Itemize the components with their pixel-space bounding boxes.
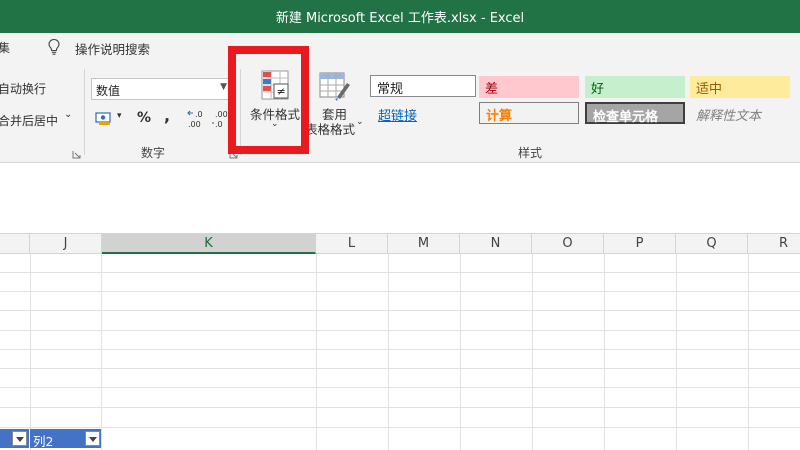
tell-me-search[interactable]: 操作说明搜索 (75, 39, 150, 58)
column-headers: J K L M N O P Q R (0, 233, 800, 254)
style-calculation[interactable]: 计算 (479, 102, 579, 124)
currency-icon[interactable] (95, 110, 115, 126)
svg-text:.00: .00 (215, 110, 228, 119)
highlight-box (228, 46, 309, 154)
column-header[interactable]: J (30, 234, 102, 254)
tab-partial[interactable]: 集 (0, 39, 10, 56)
style-hyperlink[interactable]: 超链接 (372, 103, 472, 125)
currency-caret-icon[interactable]: ▾ (117, 111, 122, 121)
separator (84, 69, 85, 155)
comma-button[interactable]: , (164, 106, 170, 125)
style-check-cell[interactable]: 检查单元格 (585, 102, 685, 125)
number-group-label: 数字 (141, 146, 166, 160)
table-header-cell[interactable] (0, 429, 29, 448)
column-header[interactable]: O (532, 234, 604, 254)
styles-group-label: 样式 (518, 146, 543, 160)
merge-center-button[interactable]: 合并后居中 (0, 112, 58, 129)
title-bar: 新建 Microsoft Excel 工作表.xlsx - Excel (0, 0, 800, 33)
style-explanatory[interactable]: 解释性文本 (690, 103, 790, 125)
merge-center-caret[interactable]: ⌄ (64, 109, 72, 120)
increase-decimal-icon[interactable]: .0 .00 (187, 108, 209, 130)
column-header-selected[interactable]: K (102, 234, 316, 254)
formula-area (0, 163, 800, 233)
format-as-table-icon[interactable] (319, 71, 351, 103)
number-format-dropdown[interactable]: 数值 ▼ (91, 78, 232, 100)
chevron-down-icon: ▼ (220, 82, 227, 92)
column-header[interactable]: P (604, 234, 676, 254)
style-bad[interactable]: 差 (479, 76, 579, 98)
percent-button[interactable]: % (137, 110, 151, 126)
style-neutral[interactable]: 适中 (690, 76, 790, 98)
column-header[interactable]: L (316, 234, 388, 254)
column-header[interactable]: M (388, 234, 460, 254)
column-header[interactable]: N (460, 234, 532, 254)
format-as-table-caret[interactable]: ⌄ (356, 117, 364, 127)
number-format-value: 数值 (96, 84, 121, 98)
alignment-launcher-icon[interactable] (72, 150, 81, 159)
table-header-cell[interactable]: 列2 (30, 429, 101, 449)
window-title: 新建 Microsoft Excel 工作表.xlsx - Excel (275, 11, 525, 26)
wrap-text-button[interactable]: 自动换行 (0, 80, 46, 97)
filter-dropdown-icon[interactable] (12, 431, 27, 446)
filter-dropdown-icon[interactable] (85, 431, 100, 446)
svg-text:.0: .0 (195, 110, 203, 119)
table-header-row: 列2 (0, 428, 102, 450)
column-header[interactable]: Q (676, 234, 748, 254)
style-normal[interactable]: 常规 (370, 75, 476, 97)
gridlines (0, 254, 800, 450)
table-header-label: 列2 (33, 434, 54, 449)
format-as-table-button[interactable]: 表格格式 (305, 119, 355, 138)
lightbulb-icon[interactable] (47, 38, 61, 56)
svg-text:.0: .0 (215, 120, 223, 129)
column-header-partial[interactable] (0, 234, 30, 254)
svg-text:.00: .00 (188, 120, 201, 129)
style-good[interactable]: 好 (585, 76, 685, 98)
column-header[interactable]: R (748, 234, 800, 254)
worksheet-grid[interactable]: 列2 (0, 254, 800, 450)
tab-bar: 集 操作说明搜索 (0, 33, 800, 61)
